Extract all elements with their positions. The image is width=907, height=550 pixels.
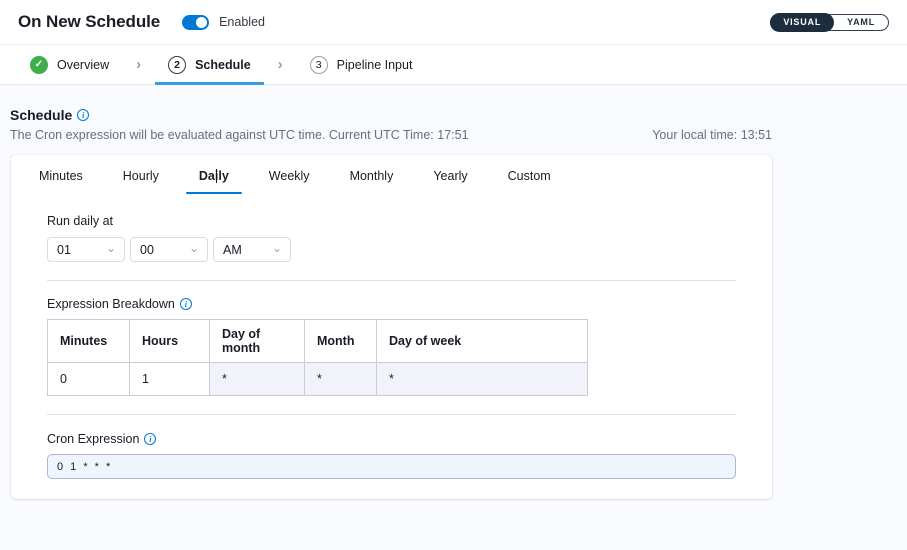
hour-select[interactable]: 01 ⌄ — [47, 237, 125, 262]
top-bar: On New Schedule Enabled VISUAL YAML ✓ Ov… — [0, 0, 907, 85]
schedule-heading: Schedule — [10, 107, 72, 123]
step-schedule[interactable]: 2 Schedule — [155, 45, 264, 84]
step-number-badge: 3 — [310, 56, 328, 74]
text-cursor — [216, 169, 218, 183]
step-pipeline-input-label: Pipeline Input — [337, 58, 413, 72]
utc-time-note: The Cron expression will be evaluated ag… — [10, 128, 469, 142]
cron-expression-input[interactable]: 0 1 * * * — [47, 454, 736, 479]
info-icon[interactable]: i — [144, 433, 156, 445]
local-time-note: Your local time: 13:51 — [652, 128, 772, 142]
tab-monthly[interactable]: Monthly — [350, 169, 394, 194]
tab-daily-label: Daily — [199, 169, 229, 183]
wizard-stepper: ✓ Overview › 2 Schedule › 3 Pipeline Inp… — [0, 45, 907, 85]
tab-yearly[interactable]: Yearly — [433, 169, 467, 194]
tab-daily[interactable]: Daily — [199, 169, 229, 194]
cell-day-of-week: * — [377, 363, 588, 396]
cell-minutes: 0 — [48, 363, 130, 396]
cell-hours: 1 — [130, 363, 210, 396]
time-selects-row: 01 ⌄ 00 ⌄ AM ⌄ — [47, 237, 736, 262]
info-icon[interactable]: i — [180, 298, 192, 310]
frequency-tabs: Minutes Hourly Daily Weekly Monthly Year… — [11, 155, 772, 194]
visual-yaml-switcher: VISUAL YAML — [770, 14, 889, 31]
step-number-badge: 2 — [168, 56, 186, 74]
page-title: On New Schedule — [18, 12, 160, 32]
cron-expression-label: Cron Expression — [47, 432, 139, 446]
step-schedule-label: Schedule — [195, 58, 251, 72]
col-minutes: Minutes — [48, 320, 130, 363]
divider — [47, 280, 736, 281]
step-overview-label: Overview — [57, 58, 109, 72]
divider — [47, 414, 736, 415]
schedule-section-header: Schedule i The Cron expression will be e… — [10, 107, 772, 142]
cell-day-of-month: * — [210, 363, 305, 396]
ampm-select[interactable]: AM ⌄ — [213, 237, 291, 262]
check-icon: ✓ — [30, 56, 48, 74]
tab-hourly[interactable]: Hourly — [123, 169, 159, 194]
title-row: On New Schedule Enabled VISUAL YAML — [0, 0, 907, 45]
run-daily-at-label: Run daily at — [47, 214, 736, 228]
table-header-row: Minutes Hours Day of month Month Day of … — [48, 320, 588, 363]
minute-select[interactable]: 00 ⌄ — [130, 237, 208, 262]
toggle-knob — [196, 17, 207, 28]
expression-breakdown-table: Minutes Hours Day of month Month Day of … — [47, 319, 588, 396]
hour-select-value: 01 — [57, 243, 71, 257]
visual-tab[interactable]: VISUAL — [770, 13, 834, 32]
chevron-down-icon: ⌄ — [272, 242, 282, 254]
enabled-toggle-label: Enabled — [219, 15, 265, 29]
yaml-tab[interactable]: YAML — [834, 17, 888, 27]
tab-weekly[interactable]: Weekly — [269, 169, 310, 194]
schedule-card: Minutes Hourly Daily Weekly Monthly Year… — [11, 155, 772, 499]
info-icon[interactable]: i — [77, 109, 89, 121]
table-value-row: 0 1 * * * — [48, 363, 588, 396]
col-day-of-week: Day of week — [377, 320, 588, 363]
cell-month: * — [305, 363, 377, 396]
col-hours: Hours — [130, 320, 210, 363]
step-pipeline-input[interactable]: 3 Pipeline Input — [297, 45, 426, 84]
enabled-toggle[interactable] — [182, 15, 209, 30]
chevron-down-icon: ⌄ — [106, 242, 116, 254]
ampm-select-value: AM — [223, 243, 242, 257]
step-overview[interactable]: ✓ Overview — [30, 45, 122, 84]
col-month: Month — [305, 320, 377, 363]
chevron-down-icon: ⌄ — [189, 242, 199, 254]
col-day-of-month: Day of month — [210, 320, 305, 363]
tab-minutes[interactable]: Minutes — [39, 169, 83, 194]
chevron-right-icon: › — [278, 56, 283, 73]
chevron-right-icon: › — [136, 56, 141, 73]
tab-custom[interactable]: Custom — [508, 169, 551, 194]
minute-select-value: 00 — [140, 243, 154, 257]
expression-breakdown-label: Expression Breakdown — [47, 297, 175, 311]
